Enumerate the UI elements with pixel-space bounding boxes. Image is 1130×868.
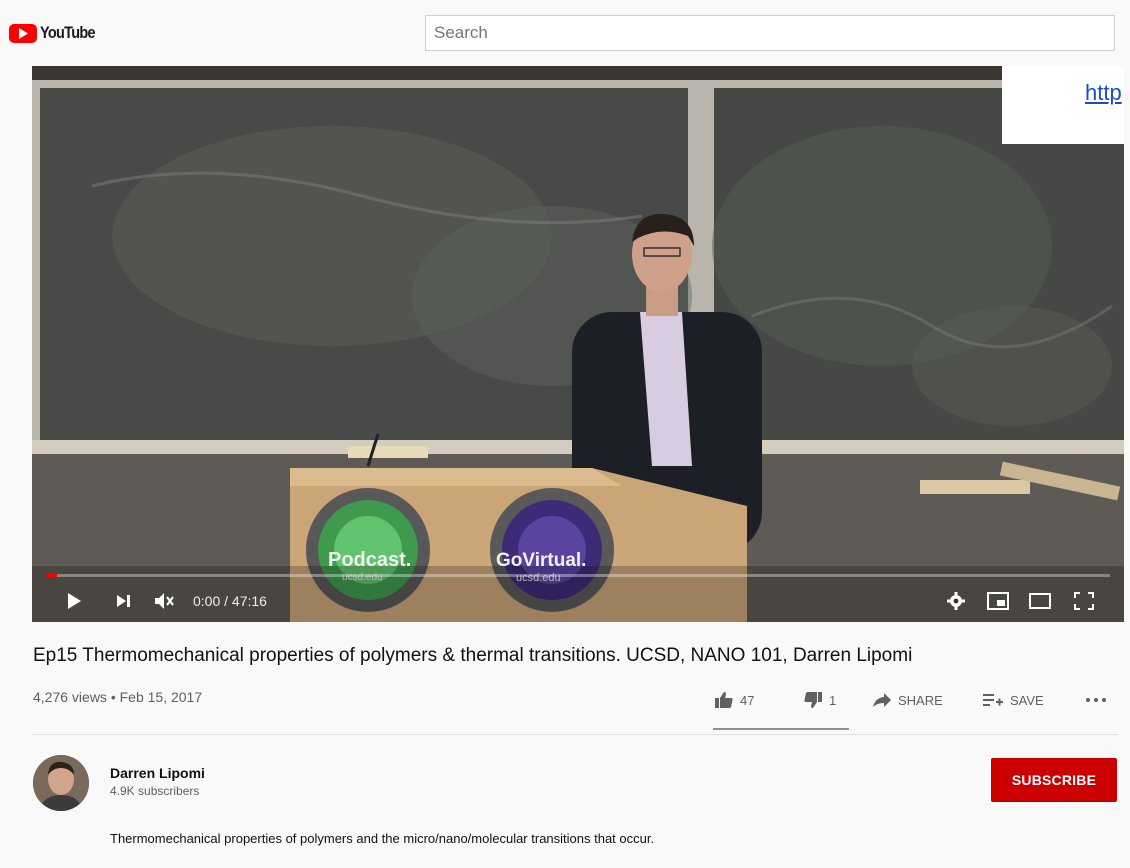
video-player[interactable]: Podcast. ucsd.edu GoVirtual. ucsd.edu ht… [32,66,1124,622]
search-input[interactable] [426,16,1114,50]
video-title: Ep15 Thermomechanical properties of poly… [33,645,913,666]
subscriber-count: 4.9K subscribers [110,784,200,798]
time-display: 0:00 / 47:16 [193,593,267,609]
skip-next-icon [117,595,130,607]
settings-button[interactable] [944,589,968,613]
fullscreen-button[interactable] [1072,589,1096,613]
share-icon [873,693,891,707]
channel-avatar[interactable] [33,755,89,811]
more-horizontal-icon [1086,698,1106,702]
theater-icon [1029,593,1051,609]
logo-wordmark: YouTube [40,23,96,42]
channel-name[interactable]: Darren Lipomi [110,765,205,781]
link-overlay: http [1002,66,1124,144]
share-label: SHARE [898,692,943,708]
subscribe-button[interactable]: SUBSCRIBE [991,758,1117,802]
save-button[interactable]: SAVE [982,690,1044,710]
miniplayer-button[interactable] [986,589,1010,613]
section-divider [33,734,1118,735]
play-button[interactable] [62,589,86,613]
volume-muted-icon [155,593,174,609]
video-description: Thermomechanical properties of polymers … [110,831,655,846]
next-button[interactable] [112,589,136,613]
avatar-image [33,755,89,811]
mute-button[interactable] [152,589,176,613]
share-button[interactable]: SHARE [872,690,943,710]
like-button[interactable]: 47 [714,690,754,710]
masthead: YouTube [0,0,1130,66]
dislike-count: 1 [829,692,837,708]
save-label: SAVE [1010,692,1044,708]
dislike-button[interactable]: 1 [803,690,836,710]
video-frame: Podcast. ucsd.edu GoVirtual. ucsd.edu [32,66,1124,622]
overlay-link[interactable]: http [1085,80,1122,106]
gear-icon [947,592,965,610]
like-count: 47 [740,692,755,708]
more-actions-button[interactable] [1085,690,1107,710]
progress-bar[interactable] [46,574,1110,577]
sentiment-bar [713,728,849,730]
play-logo-icon [9,23,37,43]
youtube-logo[interactable]: YouTube [9,21,105,45]
playlist-add-icon [983,694,1003,706]
player-controls: 0:00 / 47:16 [32,582,1124,622]
play-icon [68,593,81,609]
fullscreen-icon [1074,592,1094,610]
thumbs-up-icon [715,692,733,708]
view-count-date: 4,276 views • Feb 15, 2017 [33,689,203,705]
miniplayer-icon [987,592,1009,610]
thumbs-down-icon [804,692,822,708]
theater-mode-button[interactable] [1028,589,1052,613]
search-box [425,15,1115,51]
progress-fill [46,574,57,577]
